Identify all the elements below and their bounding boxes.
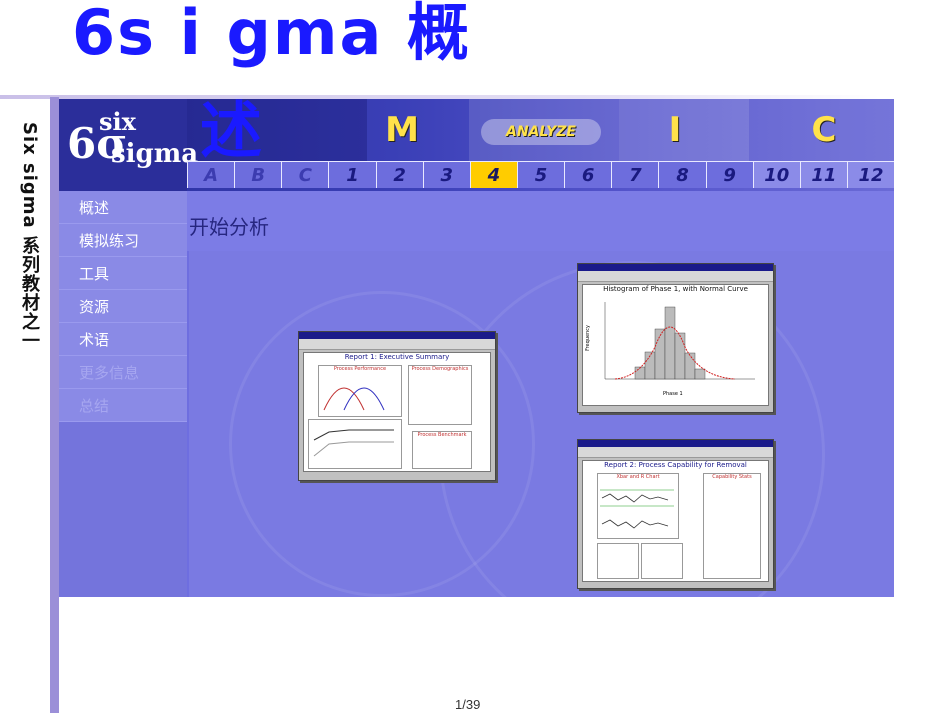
menu-item-summary: 总结: [59, 389, 187, 422]
page-number: 1/39: [455, 697, 481, 712]
menu-item-more-info: 更多信息: [59, 356, 187, 389]
step-7[interactable]: 7: [611, 161, 659, 188]
menu-item-overview[interactable]: 概述: [59, 191, 187, 224]
step-c[interactable]: C: [281, 161, 329, 188]
step-navigation: A B C 1 2 3 4 5 6 7 8 9 10 11 12: [187, 161, 894, 188]
trend-line-icon: [313, 429, 394, 457]
report1-panel-bottom: Process Benchmark: [417, 432, 467, 438]
menu-item-tools[interactable]: 工具: [59, 257, 187, 290]
step-1[interactable]: 1: [328, 161, 376, 188]
step-10[interactable]: 10: [752, 161, 800, 188]
step-4-active[interactable]: 4: [469, 161, 517, 188]
histogram-xlabel: Phase 1: [663, 391, 683, 397]
menu-item-simulation[interactable]: 模拟练习: [59, 224, 187, 257]
histogram-screenshot[interactable]: Histogram of Phase 1, with Normal Curve: [577, 263, 774, 413]
phase-control-label[interactable]: C: [804, 107, 844, 152]
left-accent-bar: [50, 97, 59, 713]
phase-banner: six 6σ sigma M ANALYZE I C A B C 1 2 3 4…: [59, 99, 894, 191]
step-11[interactable]: 11: [799, 161, 847, 188]
phase-improve-label[interactable]: I: [655, 107, 695, 152]
slide-title-wrap: 述: [200, 94, 263, 167]
performance-curves-icon: [323, 387, 385, 411]
content-area: 开始分析 Report 1: Executive Summary Process…: [187, 191, 894, 597]
step-8[interactable]: 8: [658, 161, 706, 188]
step-9[interactable]: 9: [705, 161, 753, 188]
side-menu: 概述 模拟练习 工具 资源 术语 更多信息 总结: [59, 191, 187, 597]
phase-analyze-label[interactable]: ANALYZE: [481, 119, 601, 145]
content-title: 开始分析: [189, 215, 269, 239]
logo-sigma-text: sigma: [111, 139, 199, 169]
six-sigma-logo: six 6σ sigma: [59, 99, 198, 191]
histogram-chart-icon: [604, 302, 755, 380]
vertical-series-label: Six sigma 系列教材之一: [19, 122, 40, 350]
histogram-heading: Histogram of Phase 1, with Normal Curve: [603, 285, 748, 293]
report2-heading: Report 2: Process Capability for Removal: [604, 461, 747, 469]
embedded-app-screenshot: six 6σ sigma M ANALYZE I C A B C 1 2 3 4…: [59, 99, 894, 597]
content-body: Report 1: Executive Summary Process Perf…: [189, 251, 894, 597]
report1-panel-right: Process Demographics: [411, 366, 469, 372]
content-header: 开始分析: [187, 191, 894, 251]
step-3[interactable]: 3: [422, 161, 470, 188]
report1-heading: Report 1: Executive Summary: [344, 353, 450, 361]
report1-screenshot[interactable]: Report 1: Executive Summary Process Perf…: [298, 331, 496, 481]
step-12[interactable]: 12: [846, 161, 894, 188]
step-5[interactable]: 5: [516, 161, 565, 188]
control-chart-icon: [600, 489, 674, 529]
histogram-ylabel: Frequency: [584, 325, 591, 351]
report2-screenshot[interactable]: Report 2: Process Capability for Removal…: [577, 439, 774, 589]
report2-panel-right: Capability Stats: [712, 474, 752, 480]
slide-title: 6s i gma 概: [72, 0, 471, 69]
step-6[interactable]: 6: [564, 161, 612, 188]
step-2[interactable]: 2: [375, 161, 423, 188]
phase-measure-label[interactable]: M: [377, 107, 427, 152]
menu-item-glossary[interactable]: 术语: [59, 323, 187, 356]
menu-item-resources[interactable]: 资源: [59, 290, 187, 323]
